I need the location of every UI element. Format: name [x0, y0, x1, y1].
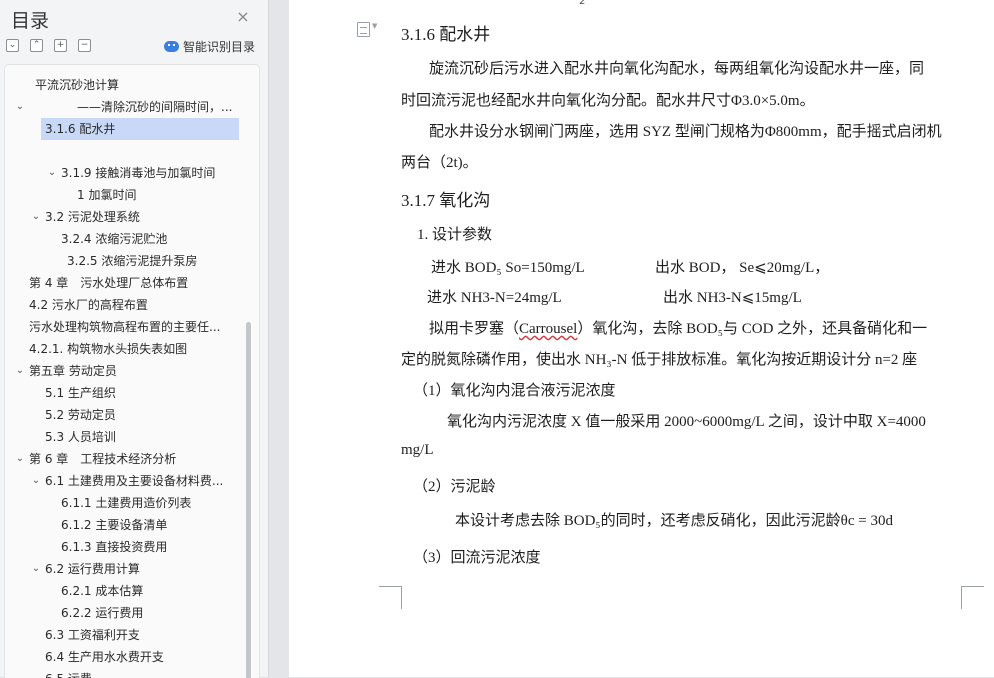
paragraph-line: 配水井设分水钢闸门两座，选用 SYZ 型闸门规格为Φ800mm，配手摇式启闭机 — [429, 124, 942, 140]
paragraph-line: 本设计考虑去除 BOD₅的同时，还考虑反硝化，因此污泥龄θc = 30d — [455, 513, 893, 529]
toc-item[interactable]: 6.2.1 成本估算 — [5, 580, 247, 602]
paragraph-line: 定的脱氮除磷作用，使出水 NH₃-N 低于排放标准。氧化沟按近期设计分 n=2 … — [401, 352, 918, 368]
paragraph-line: 两台（2t)。 — [401, 155, 478, 171]
toc-item[interactable]: 6.4 生产用水水费开支 — [5, 646, 247, 668]
toc-item[interactable]: 4.2 污水厂的高程布置 — [5, 294, 247, 316]
toc-item[interactable]: 6.2.2 运行费用 — [5, 602, 247, 624]
page-options-icon[interactable] — [357, 22, 370, 37]
close-icon[interactable]: × — [236, 9, 250, 25]
smart-toc-label: 智能识别目录 — [183, 39, 256, 54]
toc-panel: 目录 × ⌄ ⌃ + − 智能识别目录 平流沉砂池计算 ⌄ ——清除沉砂的间隔时间… — [0, 0, 269, 678]
toc-item[interactable]: 5.2 劳动定员 — [5, 404, 247, 426]
param-bod-out: 出水 BOD， Se⩽20mg/L， — [655, 260, 830, 276]
toc-item[interactable]: ⌄ 3.1.9 接触消毒池与加氯时间 — [5, 162, 247, 184]
paragraph-line: 时回流污泥也经配水井向氧化沟分配。配水井尺寸Φ3.0×5.0m。 — [401, 93, 815, 109]
page-corner-mark — [961, 586, 984, 609]
chevron-down-icon[interactable]: ⌄ — [31, 470, 41, 492]
chevron-down-icon[interactable]: ▼ — [372, 22, 377, 30]
subheading-3: （3）回流污泥浓度 — [413, 550, 541, 566]
toc-item-selected[interactable]: 3.1.6 配水井 — [5, 118, 247, 140]
chevron-down-icon[interactable]: ⌄ — [15, 448, 25, 470]
page-number: 2 — [579, 0, 586, 7]
document-area: 2 ▼ 3.1.6 配水井 旋流沉砂后污水进入配水井向氧化沟配水，每两组氧化沟设… — [269, 0, 994, 677]
toc-item[interactable]: 污水处理构筑物高程布置的主要任... — [5, 316, 247, 338]
toc-item[interactable]: 6.1.3 直接投资费用 — [5, 536, 247, 558]
remove-heading-icon[interactable]: − — [78, 39, 91, 52]
toc-item[interactable]: 3.2.4 浓缩污泥贮池 — [5, 228, 247, 250]
paragraph-line: 氧化沟内污泥浓度 X 值一般采用 2000~6000mg/L 之间，设计中取 X… — [447, 414, 926, 430]
smart-toc-icon — [164, 40, 179, 52]
collapse-all-icon[interactable]: ⌄ — [6, 39, 19, 52]
page-corner-mark — [379, 586, 402, 609]
toc-item[interactable]: 6.1.1 土建费用造价列表 — [5, 492, 247, 514]
toc-item[interactable]: 第 4 章 污水处理厂总体布置 — [5, 272, 247, 294]
design-params-heading: 1. 设计参数 — [417, 227, 493, 243]
param-nh3-out: 出水 NH3-N⩽15mg/L — [663, 290, 802, 306]
document-page[interactable]: 2 ▼ 3.1.6 配水井 旋流沉砂后污水进入配水井向氧化沟配水，每两组氧化沟设… — [289, 0, 994, 677]
toc-scrollbar[interactable] — [246, 322, 251, 678]
heading-3-1-6: 3.1.6 配水井 — [401, 25, 491, 44]
param-bod-in: 进水 BOD₅ So=150mg/L — [431, 260, 585, 276]
toc-item[interactable]: ⌄ 6.1 土建费用及主要设备材料费... — [5, 470, 247, 492]
param-nh3-in: 进水 NH3-N=24mg/L — [427, 290, 562, 306]
smart-toc-button[interactable]: 智能识别目录 — [164, 38, 255, 54]
chevron-down-icon[interactable]: ⌄ — [47, 162, 57, 184]
subheading-2: （2）污泥龄 — [413, 479, 496, 495]
toc-title: 目录 — [11, 10, 50, 32]
paragraph-line: mg/L — [401, 442, 434, 458]
toc-item[interactable]: 6.3 工资福利开支 — [5, 624, 247, 646]
chevron-down-icon[interactable]: ⌄ — [31, 558, 41, 580]
chevron-down-icon[interactable]: ⌄ — [15, 96, 25, 118]
toc-item[interactable]: ⌄ 3.2 污泥处理系统 — [5, 206, 247, 228]
toc-item[interactable]: 5.3 人员培训 — [5, 426, 247, 448]
chevron-down-icon[interactable]: ⌄ — [31, 206, 41, 228]
toc-item[interactable]: 5.1 生产组织 — [5, 382, 247, 404]
toc-item[interactable]: 4.2.1. 构筑物水头损失表如图 — [5, 338, 247, 360]
paragraph-line: 拟用卡罗塞（Carrousel）氧化沟，去除 BOD₅与 COD 之外，还具备硝… — [429, 321, 928, 337]
toc-item[interactable]: 6.1.2 主要设备清单 — [5, 514, 247, 536]
spellcheck-word[interactable]: Carrousel — [519, 321, 577, 337]
toc-item[interactable]: ⌄ 第五章 劳动定员 — [5, 360, 247, 382]
toc-item[interactable]: 1 加氯时间 — [5, 184, 247, 206]
toc-item[interactable]: ⌄ ——清除沉砂的间隔时间，... — [5, 96, 247, 118]
toc-item[interactable]: 平流沉砂池计算 — [5, 74, 247, 96]
paragraph-line: 旋流沉砂后污水进入配水井向氧化沟配水，每两组氧化沟设配水井一座，同 — [429, 61, 925, 77]
toc-item[interactable]: 3.2.5 浓缩污泥提升泵房 — [5, 250, 247, 272]
toc-tree: 平流沉砂池计算 ⌄ ——清除沉砂的间隔时间，... 3.1.6 配水井 ⌄ 3.1.… — [4, 64, 260, 678]
toc-item[interactable]: ⌄ 6.2 运行费用计算 — [5, 558, 247, 580]
add-heading-icon[interactable]: + — [54, 39, 67, 52]
subheading-1: （1）氧化沟内混合液污泥浓度 — [413, 383, 616, 399]
toc-item[interactable]: ⌄ 第 6 章 工程技术经济分析 — [5, 448, 247, 470]
expand-all-icon[interactable]: ⌃ — [30, 39, 43, 52]
heading-3-1-7: 3.1.7 氧化沟 — [401, 191, 491, 210]
chevron-down-icon[interactable]: ⌄ — [15, 360, 25, 382]
